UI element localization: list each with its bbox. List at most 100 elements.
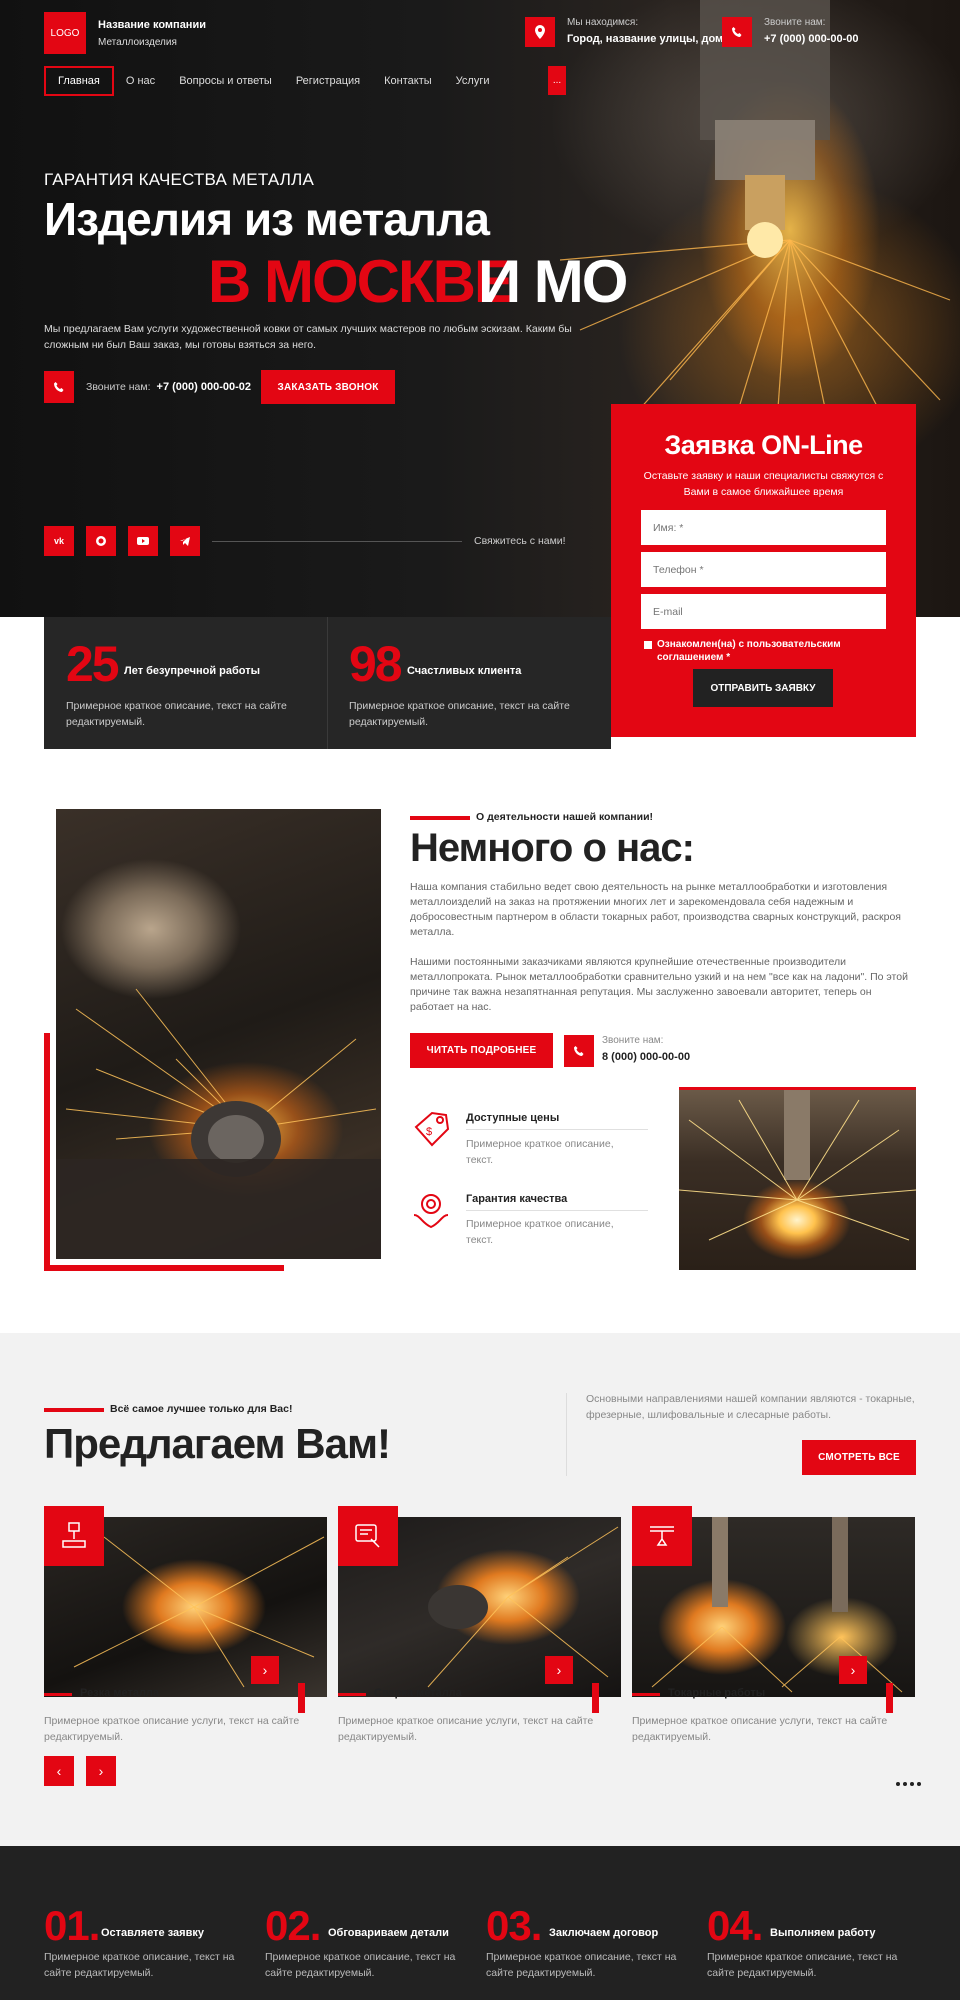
about-paragraph-1: Наша компания стабильно ведет свою деяте…	[410, 881, 901, 938]
feature-divider	[466, 1210, 648, 1211]
services-desc: Основными направлениями нашей компании я…	[586, 1393, 915, 1421]
feature-desc: Примерное краткое описание, текст.	[466, 1138, 614, 1166]
telegram-icon[interactable]	[170, 526, 200, 556]
hero-title: Изделия из металла	[44, 193, 490, 245]
email-input[interactable]	[641, 594, 886, 629]
phone-icon	[44, 371, 74, 403]
stat-number: 25	[66, 636, 120, 692]
hero-title-red: В МОСКВЕ	[208, 248, 514, 315]
nav-item-services[interactable]: Услуги	[444, 68, 502, 94]
card-title-line	[632, 1693, 660, 1696]
company-subtitle: Металлоизделия	[98, 37, 177, 48]
name-input[interactable]	[641, 510, 886, 545]
card-accent	[592, 1683, 599, 1713]
service-card-title[interactable]: Сварка металла	[374, 1687, 462, 1699]
view-all-button[interactable]: СМОТРЕТЬ ВСЕ	[802, 1440, 916, 1475]
stat-item: 25 Лет безупречной работы Примерное крат…	[44, 617, 327, 749]
phone-label: Звоните нам:	[764, 17, 826, 28]
quality-badge-icon	[410, 1189, 452, 1231]
stat-number: 98	[349, 636, 403, 692]
nav-more-button[interactable]: ...	[548, 66, 566, 95]
nav-item-contacts[interactable]: Контакты	[372, 68, 444, 94]
stat-desc: Примерное краткое описание, текст на сай…	[66, 700, 287, 728]
phone-input[interactable]	[641, 552, 886, 587]
about-paragraph-2: Нашими постоянными заказчиками являются …	[410, 956, 908, 1013]
nav-item-about[interactable]: О нас	[114, 68, 167, 94]
step-title: Заключаем договор	[549, 1927, 659, 1939]
stat-item: 98 Счастливых клиента Примерное краткое …	[327, 617, 610, 749]
step-desc: Примерное краткое описание, текст на сай…	[707, 1951, 898, 1979]
consent-checkbox[interactable]	[644, 641, 652, 649]
location-value: Город, название улицы, дом	[567, 33, 724, 45]
nav-item-faq[interactable]: Вопросы и ответы	[167, 68, 284, 94]
form-title: Заявка ON-Line	[664, 430, 863, 460]
order-call-button[interactable]: ЗАКАЗАТЬ ЗВОНОК	[261, 370, 395, 404]
grinder-sparks	[56, 988, 381, 1259]
laser-cut-icon	[44, 1506, 104, 1566]
company-name: Название компании	[98, 19, 206, 31]
stat-label: Счастливых клиента	[407, 665, 522, 677]
vk-icon[interactable]: vk	[44, 526, 74, 556]
step-desc: Примерное краткое описание, текст на сай…	[265, 1951, 456, 1979]
phone-value[interactable]: +7 (000) 000-00-00	[764, 33, 858, 45]
location-pin-icon	[525, 17, 555, 47]
online-request-form: Заявка ON-Line Оставьте заявку и наши сп…	[611, 404, 916, 737]
nav-item-registration[interactable]: Регистрация	[284, 68, 372, 94]
consent-label: Ознакомлен(на) с пользовательским соглаш…	[657, 639, 841, 663]
step-desc: Примерное краткое описание, текст на сай…	[44, 1951, 235, 1979]
feature-divider	[466, 1129, 648, 1130]
nav-item-home[interactable]: Главная	[44, 66, 114, 96]
grinder-photo	[56, 809, 381, 1259]
whatsapp-icon[interactable]	[86, 526, 116, 556]
cnc-sparks	[679, 1090, 916, 1241]
step-desc: Примерное краткое описание, текст на сай…	[486, 1951, 677, 1979]
hero-title-white: И МО	[478, 248, 628, 315]
card-arrow-button[interactable]: ›	[545, 1656, 573, 1684]
service-card-title[interactable]: Токарные работы	[668, 1687, 765, 1699]
phone-icon	[722, 17, 752, 47]
slider-next-button[interactable]: ›	[86, 1756, 116, 1786]
form-subtitle: Оставьте заявку и наши специалисты свяжу…	[643, 470, 884, 498]
card-accent	[298, 1683, 305, 1713]
step-title: Выполняем работу	[770, 1927, 876, 1939]
lathe-icon	[632, 1506, 692, 1566]
about-kicker: О деятельности нашей компании!	[476, 811, 654, 823]
hero-call-number[interactable]: +7 (000) 000-00-02	[157, 381, 251, 393]
youtube-icon[interactable]	[128, 526, 158, 556]
hero-text: Мы предлагаем Вам услуги художественной …	[44, 323, 572, 351]
service-card-title[interactable]: Резка металла	[80, 1687, 159, 1699]
stat-desc: Примерное краткое описание, текст на сай…	[349, 700, 570, 728]
price-tag-icon: $	[410, 1107, 452, 1149]
card-title-line	[338, 1693, 366, 1696]
welding-machine-icon	[338, 1506, 398, 1566]
service-card-desc: Примерное краткое описание услуги, текст…	[44, 1715, 300, 1743]
slider-prev-button[interactable]: ‹	[44, 1756, 74, 1786]
about-kicker-line	[410, 816, 470, 820]
about-title: Немного о нас:	[410, 826, 695, 870]
service-card-desc: Примерное краткое описание услуги, текст…	[338, 1715, 594, 1743]
submit-request-button[interactable]: ОТПРАВИТЬ ЗАЯВКУ	[693, 669, 833, 707]
main-nav: Главная О нас Вопросы и ответы Регистрац…	[44, 66, 501, 96]
stat-label: Лет безупречной работы	[124, 665, 260, 677]
stats-bar: 25 Лет безупречной работы Примерное крат…	[44, 617, 611, 749]
card-arrow-button[interactable]: ›	[251, 1656, 279, 1684]
card-arrow-button[interactable]: ›	[839, 1656, 867, 1684]
step-number: 02.	[265, 1902, 321, 1949]
step-number: 03.	[486, 1902, 542, 1949]
step-title: Оставляете заявку	[101, 1927, 204, 1939]
phone-icon	[564, 1035, 594, 1067]
card-title-line	[44, 1693, 72, 1696]
services-title: Предлагаем Вам!	[44, 1420, 391, 1467]
read-more-button[interactable]: ЧИТАТЬ ПОДРОБНЕЕ	[410, 1033, 553, 1068]
slider-dots[interactable]	[896, 1782, 921, 1786]
cnc-sparks-photo	[679, 1087, 916, 1270]
step-number: 01.	[44, 1902, 100, 1949]
hero-call-label: Звоните нам:	[86, 381, 151, 393]
feature-desc: Примерное краткое описание, текст.	[466, 1218, 614, 1246]
social-text: Свяжитесь с нами!	[474, 535, 566, 547]
hero-kicker: ГАРАНТИЯ КАЧЕСТВА МЕТАЛЛА	[44, 170, 315, 189]
location-label: Мы находимся:	[567, 17, 639, 28]
services-divider	[566, 1393, 567, 1476]
about-phone-value[interactable]: 8 (000) 000-00-00	[602, 1051, 690, 1063]
logo[interactable]: LOGO	[44, 12, 86, 54]
